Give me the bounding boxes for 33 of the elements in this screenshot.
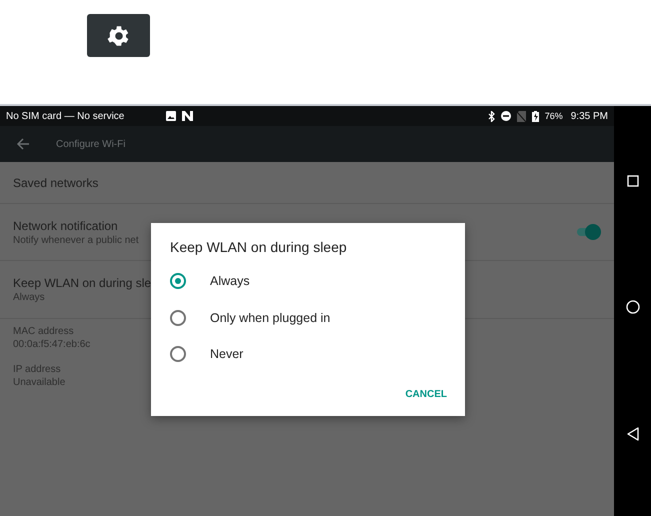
radio-button[interactable] <box>170 346 186 362</box>
home-icon[interactable] <box>626 300 640 314</box>
setting-title: IP address <box>13 364 61 375</box>
setting-title: Saved networks <box>13 176 98 190</box>
battery-icon <box>532 110 539 122</box>
toggle-switch[interactable] <box>575 223 601 241</box>
option-label[interactable]: Never <box>210 347 244 362</box>
do-not-disturb-icon <box>500 111 511 121</box>
setting-summary: 00:0a:f5:47:eb:6c <box>13 339 90 350</box>
setting-title: Network notification <box>13 218 118 232</box>
dialog-title: Keep WLAN on during sleep <box>170 239 348 255</box>
radio-button[interactable] <box>170 273 186 290</box>
clock-text: 9:35 PM <box>570 110 608 122</box>
image-icon <box>166 111 176 121</box>
no-sim-icon <box>516 110 526 122</box>
setting-title: MAC address <box>13 326 74 337</box>
carrier-text: No SIM card — No service <box>6 110 124 122</box>
option-label[interactable]: Always <box>210 274 250 288</box>
cancel-button[interactable]: CANCEL <box>399 384 453 404</box>
setting-title: Keep WLAN on during sle <box>13 276 152 290</box>
radio-button[interactable] <box>170 310 186 326</box>
notification-icon <box>182 111 194 121</box>
setting-summary: Always <box>13 292 45 303</box>
back-arrow-icon[interactable] <box>16 138 30 150</box>
screen-title: Configure Wi-Fi <box>56 138 126 150</box>
back-icon[interactable] <box>626 427 638 442</box>
setting-summary: Notify whenever a public net <box>13 234 139 246</box>
settings-icon[interactable] <box>87 14 150 57</box>
setting-summary: Unavailable <box>13 377 66 388</box>
option-label[interactable]: Only when plugged in <box>210 310 330 325</box>
bluetooth-icon <box>488 110 495 122</box>
recents-icon[interactable] <box>626 174 638 187</box>
battery-percent: 76% <box>544 111 563 121</box>
